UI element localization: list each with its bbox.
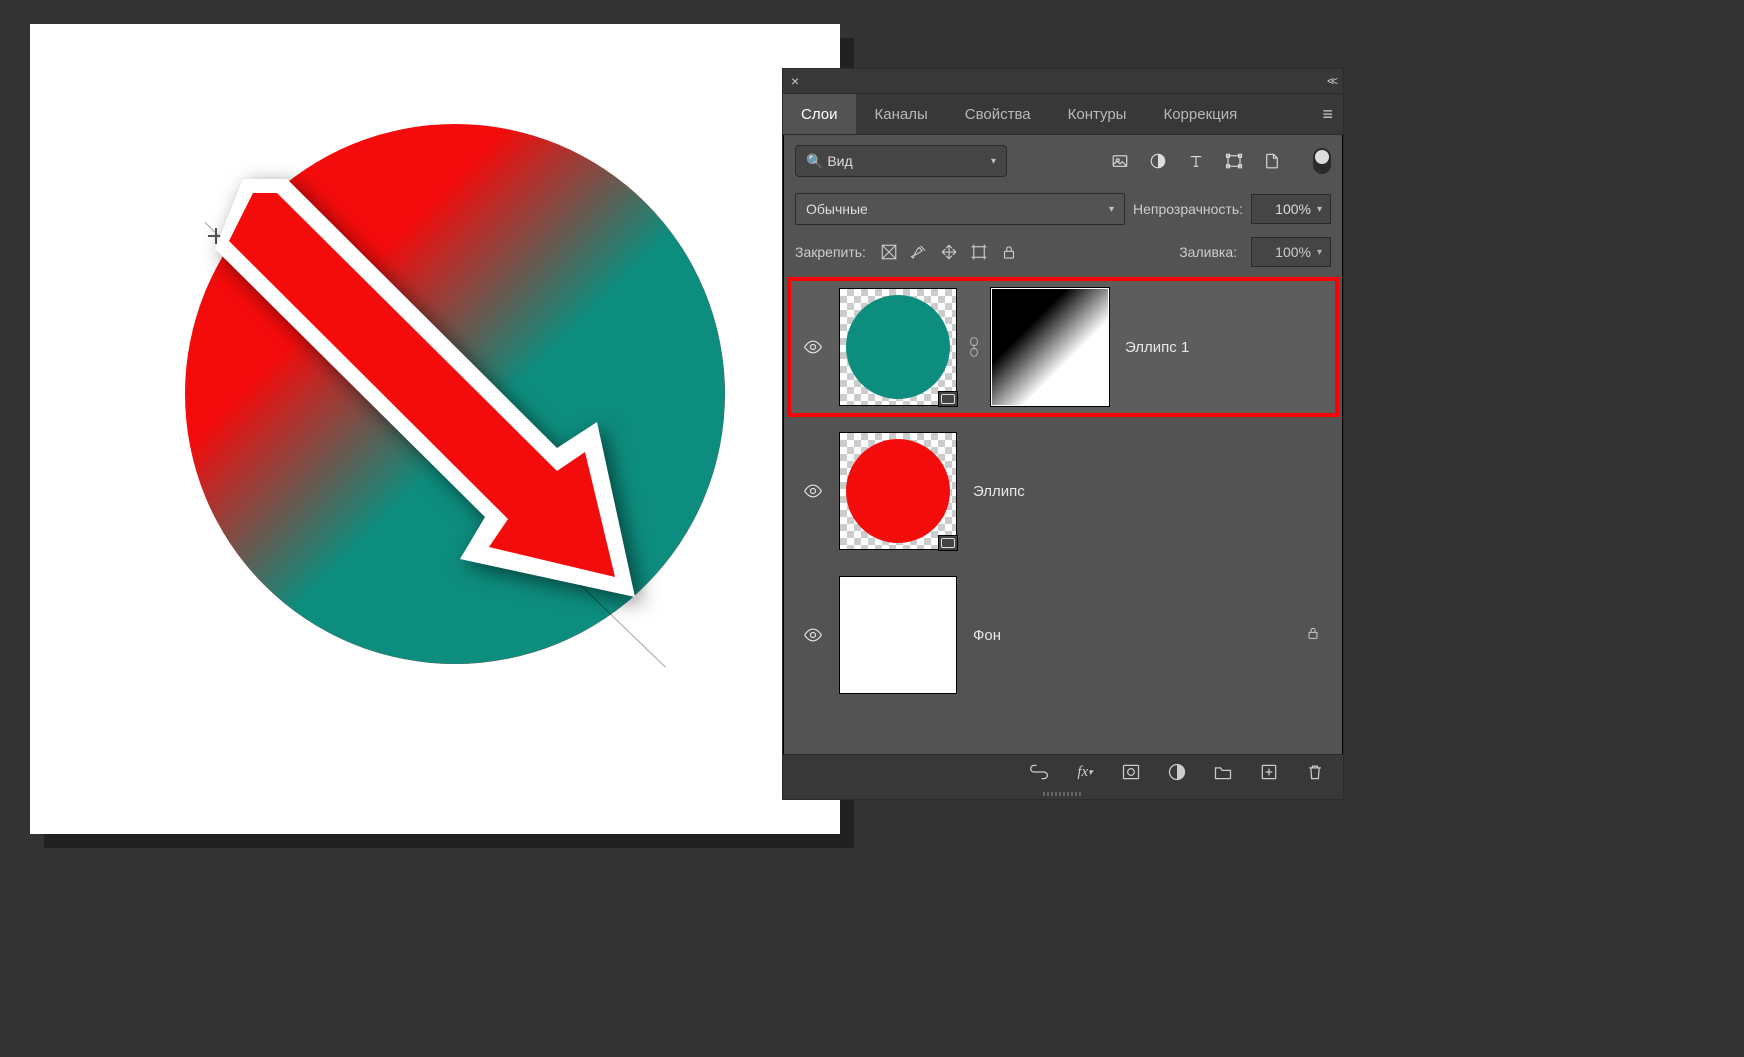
panel-titlebar[interactable]: × << xyxy=(783,69,1343,94)
lock-transparency-icon[interactable] xyxy=(880,243,898,261)
mask-link-icon[interactable] xyxy=(965,331,983,363)
tab-adjustments[interactable]: Коррекция xyxy=(1145,94,1256,134)
fill-value: 100% xyxy=(1275,244,1311,260)
shape-badge-icon xyxy=(938,391,958,407)
layer-filter-row: 🔍 Вид ▾ xyxy=(783,135,1343,187)
lock-label: Закрепить: xyxy=(795,244,866,260)
filter-toggle[interactable] xyxy=(1313,148,1331,174)
fill-label[interactable]: Заливка: xyxy=(1179,244,1237,260)
filter-kind-select[interactable]: 🔍 Вид ▾ xyxy=(795,145,1007,177)
lock-fill-row: Закрепить: Заливка: 100% ▾ xyxy=(783,231,1343,277)
layer-name[interactable]: Эллипс 1 xyxy=(1125,339,1189,356)
mask-thumbnail[interactable] xyxy=(991,288,1109,406)
lock-position-icon[interactable] xyxy=(940,243,958,261)
layer-name[interactable]: Эллипс xyxy=(973,483,1025,500)
tab-paths[interactable]: Контуры xyxy=(1050,94,1146,134)
fill-input[interactable]: 100% ▾ xyxy=(1251,237,1331,267)
shape-badge-icon xyxy=(938,535,958,551)
collapse-icon[interactable]: << xyxy=(1327,74,1335,88)
tab-channels[interactable]: Каналы xyxy=(856,94,946,134)
layer-thumbnail[interactable] xyxy=(839,288,957,406)
filter-shape-icon[interactable] xyxy=(1225,152,1243,170)
document-canvas[interactable] xyxy=(30,24,840,834)
add-mask-icon[interactable] xyxy=(1121,762,1141,782)
panel-tabs: Слои Каналы Свойства Контуры Коррекция ≡ xyxy=(783,94,1343,135)
app-stage: × << Слои Каналы Свойства Контуры Коррек… xyxy=(0,0,1744,1057)
layer-style-icon[interactable]: fx▾ xyxy=(1075,762,1095,782)
filter-kind-label: Вид xyxy=(827,153,852,169)
link-layers-icon[interactable] xyxy=(1029,762,1049,782)
layer-row[interactable]: Фон xyxy=(787,565,1339,705)
lock-pixels-icon[interactable] xyxy=(910,243,928,261)
tab-layers[interactable]: Слои xyxy=(783,94,856,134)
filter-icons xyxy=(1111,152,1281,170)
chevron-down-icon: ▾ xyxy=(1317,247,1322,258)
resize-grip[interactable] xyxy=(783,789,1343,799)
lock-all-icon[interactable] xyxy=(1000,243,1018,261)
panel-footer: fx▾ xyxy=(783,754,1343,789)
chevron-down-icon: ▾ xyxy=(1109,204,1114,215)
chevron-down-icon: ▾ xyxy=(1317,204,1322,215)
close-icon[interactable]: × xyxy=(791,73,799,89)
layers-list: Эллипс 1 Эллипс Фон xyxy=(783,277,1343,754)
eye-icon xyxy=(803,625,823,645)
filter-adjustment-icon[interactable] xyxy=(1149,152,1167,170)
blend-mode-value: Обычные xyxy=(806,201,868,217)
visibility-toggle[interactable] xyxy=(795,625,831,645)
layer-row[interactable]: Эллипс 1 xyxy=(787,277,1339,417)
ellipse-teal-shape xyxy=(185,124,725,664)
layer-thumbnail[interactable] xyxy=(839,432,957,550)
opacity-label[interactable]: Непрозрачность: xyxy=(1133,201,1243,217)
opacity-input[interactable]: 100% ▾ xyxy=(1251,194,1331,224)
layer-name[interactable]: Фон xyxy=(973,627,1001,644)
add-adjustment-icon[interactable] xyxy=(1167,762,1187,782)
eye-icon xyxy=(803,481,823,501)
new-layer-icon[interactable] xyxy=(1259,762,1279,782)
panel-menu-icon[interactable]: ≡ xyxy=(1312,94,1343,134)
layers-panel: × << Слои Каналы Свойства Контуры Коррек… xyxy=(782,68,1344,800)
delete-layer-icon[interactable] xyxy=(1305,762,1325,782)
chevron-down-icon: ▾ xyxy=(991,156,996,167)
blend-mode-select[interactable]: Обычные ▾ xyxy=(795,193,1125,225)
gradient-start-crosshair[interactable] xyxy=(208,228,224,244)
visibility-toggle[interactable] xyxy=(795,337,831,357)
lock-artboard-icon[interactable] xyxy=(970,243,988,261)
layer-thumbnail[interactable] xyxy=(839,576,957,694)
filter-smartobject-icon[interactable] xyxy=(1263,152,1281,170)
blend-opacity-row: Обычные ▾ Непрозрачность: 100% ▾ xyxy=(783,187,1343,231)
filter-image-icon[interactable] xyxy=(1111,152,1129,170)
opacity-value: 100% xyxy=(1275,201,1311,217)
lock-icon[interactable] xyxy=(1305,625,1321,646)
filter-type-icon[interactable] xyxy=(1187,152,1205,170)
layer-row[interactable]: Эллипс xyxy=(787,421,1339,561)
tab-properties[interactable]: Свойства xyxy=(947,94,1050,134)
visibility-toggle[interactable] xyxy=(795,481,831,501)
eye-icon xyxy=(803,337,823,357)
new-group-icon[interactable] xyxy=(1213,762,1233,782)
